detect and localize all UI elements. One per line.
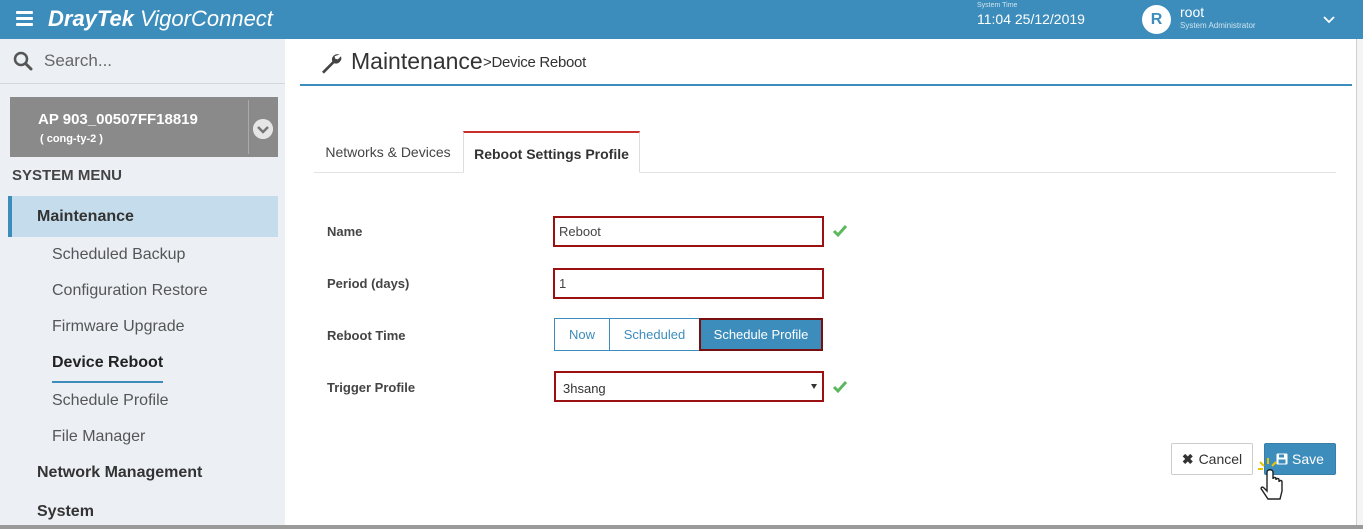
cancel-label: Cancel	[1198, 451, 1243, 467]
system-time-label: System Time	[977, 2, 1018, 9]
tab-reboot-settings-profile[interactable]: Reboot Settings Profile	[463, 131, 640, 173]
save-label: Save	[1292, 451, 1324, 467]
app-brand[interactable]: DrayTek VigorConnect	[48, 6, 273, 32]
reboot-now-button[interactable]: Now	[554, 318, 610, 351]
name-field[interactable]	[553, 216, 824, 247]
breadcrumb: >Device Reboot	[483, 54, 586, 71]
sidebar-subitem-file-manager[interactable]: File Manager	[52, 428, 145, 446]
trigger-profile-select[interactable]: 3hsang	[554, 371, 824, 402]
cancel-button[interactable]: ✖ Cancel	[1171, 443, 1253, 475]
user-role: System Administrator	[1180, 21, 1256, 30]
select-value: 3hsang	[563, 381, 606, 396]
check-icon	[832, 381, 848, 394]
hand-pointer-cursor-icon	[1258, 458, 1283, 500]
period-label: Period (days)	[327, 276, 410, 291]
hamburger-menu-icon[interactable]	[16, 11, 33, 26]
page-title: Maintenance	[351, 48, 483, 74]
divider	[248, 100, 249, 154]
device-group: ( cong-ty-2 )	[40, 133, 103, 145]
device-selector[interactable]: AP 903_00507FF18819 ( cong-ty-2 )	[10, 97, 278, 157]
app-name: VigorConnect	[140, 6, 273, 31]
active-indicator	[52, 381, 163, 383]
reboot-schedule-profile-button[interactable]: Schedule Profile	[699, 318, 823, 351]
scrollbar-track[interactable]	[1356, 39, 1363, 529]
close-icon: ✖	[1181, 451, 1194, 467]
search-input[interactable]	[44, 50, 269, 72]
sidebar-subitem-device-reboot[interactable]: Device Reboot	[52, 354, 163, 372]
sidebar-subitem-schedule-profile[interactable]: Schedule Profile	[52, 392, 169, 410]
sidebar-subitem-scheduled-backup[interactable]: Scheduled Backup	[52, 246, 185, 264]
sidebar-item-system[interactable]: System	[37, 503, 94, 521]
sidebar-search	[0, 39, 285, 84]
chevron-down-icon[interactable]	[1322, 13, 1336, 27]
avatar[interactable]: R	[1142, 5, 1171, 34]
top-bar: DrayTek VigorConnect System Time 11:04 25…	[0, 0, 1363, 39]
device-name: AP 903_00507FF18819	[38, 111, 198, 128]
sidebar-subitem-firmware-upgrade[interactable]: Firmware Upgrade	[52, 318, 184, 336]
sidebar: AP 903_00507FF18819 ( cong-ty-2 ) SYSTEM…	[0, 39, 285, 529]
brand-name: DrayTek	[48, 6, 135, 31]
section-title: SYSTEM MENU	[12, 167, 123, 184]
system-time: 11:04 25/12/2019	[977, 11, 1085, 27]
reboot-time-label: Reboot Time	[327, 328, 406, 343]
wrench-icon	[322, 54, 342, 74]
page-header: Maintenance >Device Reboot	[300, 39, 1352, 86]
reboot-scheduled-button[interactable]: Scheduled	[609, 318, 700, 351]
sidebar-subitem-configuration-restore[interactable]: Configuration Restore	[52, 282, 208, 300]
sidebar-item-maintenance[interactable]: Maintenance	[8, 196, 278, 237]
sidebar-item-label: Maintenance	[37, 208, 134, 225]
name-label: Name	[327, 224, 363, 239]
trigger-profile-label: Trigger Profile	[327, 380, 416, 395]
user-name[interactable]: root	[1180, 4, 1204, 20]
tab-networks-devices[interactable]: Networks & Devices	[314, 131, 462, 173]
caret-down-icon	[811, 384, 817, 389]
period-field[interactable]	[553, 268, 824, 299]
sidebar-item-network-management[interactable]: Network Management	[37, 464, 202, 482]
window-border	[0, 525, 1363, 529]
search-icon	[13, 51, 33, 71]
check-icon	[832, 225, 848, 238]
chevron-down-circle-icon[interactable]	[253, 119, 273, 139]
